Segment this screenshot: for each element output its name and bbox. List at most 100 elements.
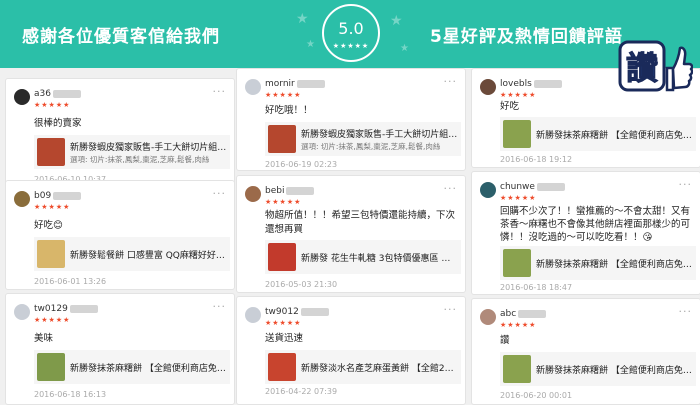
avatar[interactable] [14, 304, 30, 320]
review-card: a36 ··· ★★★★★ 很棒的賣家 新勝發蝦皮獨家販售-手工大餅切片組合-.… [5, 78, 235, 188]
product-title: 新勝發抹茶麻糬餅 【全館便利商店免運... [536, 131, 694, 141]
review-comment: 物超所值！！！希望三包特價還能持續，下次還想再買 [265, 210, 456, 235]
review-product-link[interactable]: 新勝發蝦皮獨家販售-手工大餅切片組合-... 選項: 切片:抹茶,鳳梨,棗泥,芝… [265, 122, 461, 156]
more-options-icon[interactable]: ··· [679, 305, 693, 318]
decorative-star-icon: ★ [306, 39, 315, 50]
masked-username [296, 79, 325, 88]
review-stars: ★★★★★ [34, 316, 71, 324]
review-date: 2016-06-19 02:23 [265, 160, 338, 169]
more-options-icon[interactable]: ··· [444, 303, 458, 316]
avatar[interactable] [14, 191, 30, 207]
product-title: 新勝發鬆餐餅 口感豐富 QQ麻糬好好吃 ... [70, 251, 228, 261]
product-thumbnail [37, 138, 65, 166]
product-title: 新勝發蝦皮獨家販售-手工大餅切片組合-... [301, 130, 459, 140]
decorative-star-icon: ★ [400, 43, 409, 54]
review-product-link[interactable]: 新勝發抹茶麻糬餅 【全館便利商店免運... [500, 352, 696, 386]
review-date: 2016-05-03 21:30 [265, 280, 338, 289]
product-thumbnail [503, 120, 531, 148]
decorative-star-icon: ★ [296, 11, 309, 27]
product-thumbnail [37, 240, 65, 268]
masked-username [286, 186, 315, 195]
product-title: 新勝發抹茶麻糬餅 【全館便利商店免運... [536, 366, 694, 376]
review-product-link[interactable]: 新勝發鬆餐餅 口感豐富 QQ麻糬好好吃 ... [34, 237, 230, 271]
masked-username [53, 191, 82, 200]
review-date: 2016-04-22 07:39 [265, 387, 338, 396]
review-product-link[interactable]: 新勝發抹茶麻糬餅 【全館便利商店免運... [500, 246, 696, 280]
like-sticker-icon: 讚 [618, 40, 693, 92]
review-username[interactable]: lovebls [500, 79, 562, 89]
review-comment: 回購不少次了！！蠻推薦的～不會太甜！又有茶香～麻糬也不會像其他餅店裡面那樣少的可… [500, 206, 691, 243]
review-product-link[interactable]: 新勝發抹茶麻糬餅 【全館便利商店免運... [34, 350, 230, 384]
review-username[interactable]: a36 [34, 89, 81, 99]
product-thumbnail [503, 355, 531, 383]
review-stars: ★★★★★ [500, 91, 537, 99]
review-stars: ★★★★★ [265, 91, 302, 99]
review-column: mornir ··· ★★★★★ 好吃哦！！ 新勝發蝦皮獨家販售-手工大餅切片組… [236, 68, 466, 405]
product-thumbnail [268, 353, 296, 381]
review-username[interactable]: tw9012 [265, 307, 329, 317]
banner-thanks-text: 感謝各位優質客倌給我們 [22, 27, 220, 47]
review-product-link[interactable]: 新勝發 花生牛軋糖 3包特價優惠區 團購... [265, 240, 461, 274]
avatar[interactable] [480, 309, 496, 325]
review-stars: ★★★★★ [34, 203, 71, 211]
product-title: 新勝發淡水名產芝麻蛋黃餅 【全館200... [301, 364, 459, 374]
review-comment: 很棒的賣家 [34, 118, 82, 129]
review-product-link[interactable]: 新勝發抹茶麻糬餅 【全館便利商店免運... [500, 117, 696, 151]
review-stars: ★★★★★ [265, 198, 302, 206]
avatar[interactable] [480, 79, 496, 95]
review-date: 2016-06-01 13:26 [34, 277, 107, 286]
more-options-icon[interactable]: ··· [213, 85, 227, 98]
masked-username [533, 79, 562, 88]
avatar[interactable] [245, 186, 261, 202]
product-variation: 選項: 切片:抹茶,鳳梨,棗泥,芝麻,鬆餐,肉絲 [70, 155, 210, 164]
review-card: bebi ··· ★★★★★ 物超所值！！！希望三包特價還能持續，下次還想再買 … [236, 175, 466, 293]
review-date: 2016-06-18 19:12 [500, 155, 573, 164]
review-username[interactable]: b09 [34, 191, 82, 201]
product-title: 新勝發蝦皮獨家販售-手工大餅切片組合-... [70, 143, 228, 153]
masked-username [69, 304, 98, 313]
product-title: 新勝發抹茶麻糬餅 【全館便利商店免運... [536, 260, 694, 270]
product-variation: 選項: 切片:抹茶,鳳梨,棗泥,芝麻,鬆餐,肉絲 [301, 142, 441, 151]
product-title: 新勝發 花生牛軋糖 3包特價優惠區 團購... [301, 254, 459, 264]
banner: ★ ★ ★ ★ 感謝各位優質客倌給我們 5.0 ★★★★★ 5星好評及熱情回饋評… [0, 0, 700, 68]
masked-username [300, 307, 329, 316]
review-stars: ★★★★★ [500, 321, 537, 329]
review-comment: 好吃😊 [34, 220, 63, 231]
more-options-icon[interactable]: ··· [213, 187, 227, 200]
review-product-link[interactable]: 新勝發蝦皮獨家販售-手工大餅切片組合-... 選項: 切片:抹茶,鳳梨,棗泥,芝… [34, 135, 230, 169]
avatar[interactable] [480, 182, 496, 198]
sticker-text: 讚 [626, 49, 658, 87]
review-comment: 好吃哦！！ [265, 105, 313, 116]
review-card: b09 ··· ★★★★★ 好吃😊 新勝發鬆餐餅 口感豐富 QQ麻糬好好吃 ..… [5, 180, 235, 290]
review-username[interactable]: mornir [265, 79, 325, 89]
review-comment: 好吃 [500, 101, 520, 112]
masked-username [52, 89, 81, 98]
review-stars: ★★★★★ [265, 319, 302, 327]
more-options-icon[interactable]: ··· [444, 75, 458, 88]
review-card: chunwe ··· ★★★★★ 回購不少次了！！蠻推薦的～不會太甜！又有茶香～… [471, 171, 700, 295]
review-product-link[interactable]: 新勝發淡水名產芝麻蛋黃餅 【全館200... [265, 350, 461, 384]
rating-stars: ★★★★★ [332, 42, 370, 50]
more-options-icon[interactable]: ··· [444, 182, 458, 195]
review-card: tw9012 ··· ★★★★★ 送貨迅速 新勝發淡水名產芝麻蛋黃餅 【全館20… [236, 296, 466, 405]
more-options-icon[interactable]: ··· [679, 178, 693, 191]
review-username[interactable]: chunwe [500, 182, 565, 192]
decorative-star-icon: ★ [390, 13, 403, 29]
review-stars: ★★★★★ [34, 101, 71, 109]
product-thumbnail [268, 125, 296, 153]
review-column: a36 ··· ★★★★★ 很棒的賣家 新勝發蝦皮獨家販售-手工大餅切片組合-.… [5, 68, 235, 405]
review-username[interactable]: tw0129 [34, 304, 98, 314]
review-username[interactable]: abc [500, 309, 547, 319]
avatar[interactable] [245, 307, 261, 323]
review-date: 2016-06-18 18:47 [500, 283, 573, 292]
avatar[interactable] [245, 79, 261, 95]
rating-score: 5.0 [338, 19, 364, 38]
more-options-icon[interactable]: ··· [213, 300, 227, 313]
product-thumbnail [503, 249, 531, 277]
review-username[interactable]: bebi [265, 186, 315, 196]
product-thumbnail [268, 243, 296, 271]
review-card: mornir ··· ★★★★★ 好吃哦！！ 新勝發蝦皮獨家販售-手工大餅切片組… [236, 68, 466, 171]
avatar[interactable] [14, 89, 30, 105]
review-date: 2016-06-20 00:01 [500, 391, 573, 400]
rating-score-badge: 5.0 ★★★★★ [322, 4, 380, 62]
